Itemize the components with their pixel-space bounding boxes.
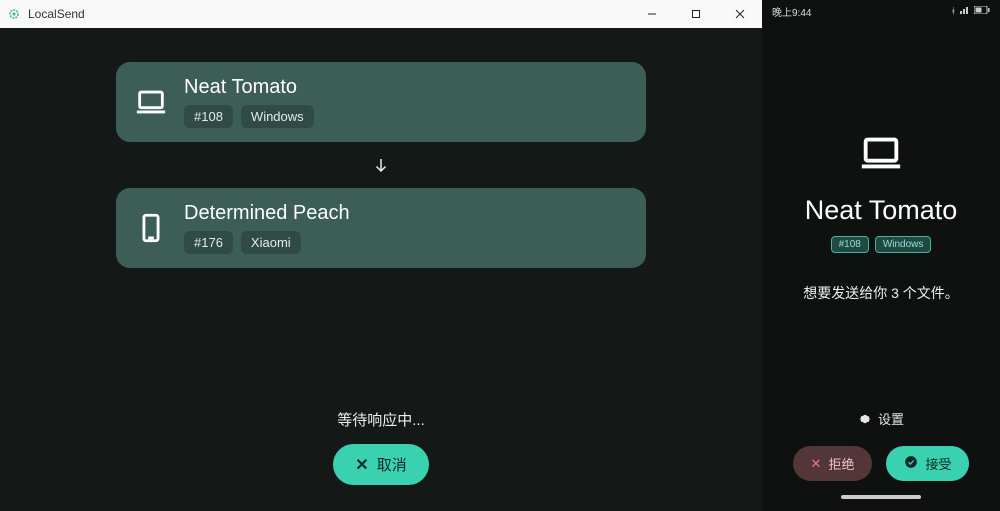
close-button[interactable] [718, 0, 762, 28]
maximize-button[interactable] [674, 0, 718, 28]
sender-device-name: Neat Tomato [805, 195, 958, 226]
settings-label: 设置 [878, 409, 904, 428]
window-controls [630, 0, 762, 28]
home-indicator[interactable] [841, 495, 921, 499]
source-device-name: Neat Tomato [184, 76, 314, 99]
laptop-icon [134, 85, 168, 119]
desktop-body: Neat Tomato #108 Windows Determined Peac… [0, 28, 762, 511]
target-alias-tag: #176 [184, 231, 233, 254]
target-device-card: Determined Peach #176 Xiaomi [116, 188, 646, 268]
sender-platform-tag: Windows [875, 236, 932, 253]
signal-icon [960, 6, 970, 17]
cancel-button-label: 取消 [377, 454, 407, 475]
phone-statusbar: 晚上9:44 ᚼ [762, 0, 1000, 22]
cancel-button[interactable]: ✕ 取消 [333, 444, 428, 485]
window-title: LocalSend [28, 7, 85, 21]
app-icon [6, 6, 22, 22]
close-icon: ✕ [811, 456, 822, 472]
accept-label: 接受 [925, 454, 951, 473]
bluetooth-icon: ᚼ [951, 6, 956, 16]
phone-main: Neat Tomato #108 Windows 想要发送给你 3 个文件。 [762, 22, 1000, 409]
desktop-window: LocalSend Neat Tomato #108 Windows [0, 0, 762, 511]
laptop-icon [858, 130, 904, 181]
gear-icon [858, 412, 872, 426]
source-platform-tag: Windows [241, 105, 314, 128]
target-device-name: Determined Peach [184, 202, 350, 225]
check-circle-icon [904, 455, 918, 472]
phone-icon [134, 211, 168, 245]
reject-button[interactable]: ✕ 拒绝 [793, 446, 873, 481]
accept-button[interactable]: 接受 [886, 446, 969, 481]
settings-link[interactable]: 设置 [858, 409, 904, 428]
source-device-card: Neat Tomato #108 Windows [116, 62, 646, 142]
incoming-message: 想要发送给你 3 个文件。 [803, 283, 959, 303]
target-platform-tag: Xiaomi [241, 231, 301, 254]
window-titlebar[interactable]: LocalSend [0, 0, 762, 28]
close-icon: ✕ [355, 455, 368, 475]
reject-label: 拒绝 [828, 454, 854, 473]
waiting-status-text: 等待响应中... [337, 409, 425, 430]
phone-bottom: 设置 ✕ 拒绝 接受 [762, 409, 1000, 511]
status-time: 晚上9:44 [772, 4, 811, 19]
source-alias-tag: #108 [184, 105, 233, 128]
battery-icon [974, 6, 990, 17]
arrow-down-icon [372, 156, 390, 174]
sender-alias-tag: #108 [831, 236, 869, 253]
phone-screen: 晚上9:44 ᚼ Neat Tomato #108 Windows 想要发送给你… [762, 0, 1000, 511]
minimize-button[interactable] [630, 0, 674, 28]
